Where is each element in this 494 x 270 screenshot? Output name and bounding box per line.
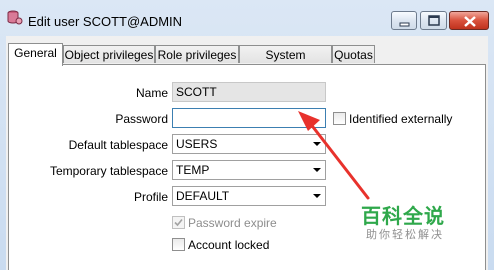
watermark-subtitle: 助你轻松解决	[366, 229, 444, 241]
tab-general[interactable]: General	[8, 43, 63, 66]
watermark-title: 百科全说	[361, 206, 445, 228]
edit-user-window: Edit user SCOTT@ADMIN General Object pri…	[0, 0, 494, 270]
tab-label: General	[14, 46, 57, 60]
